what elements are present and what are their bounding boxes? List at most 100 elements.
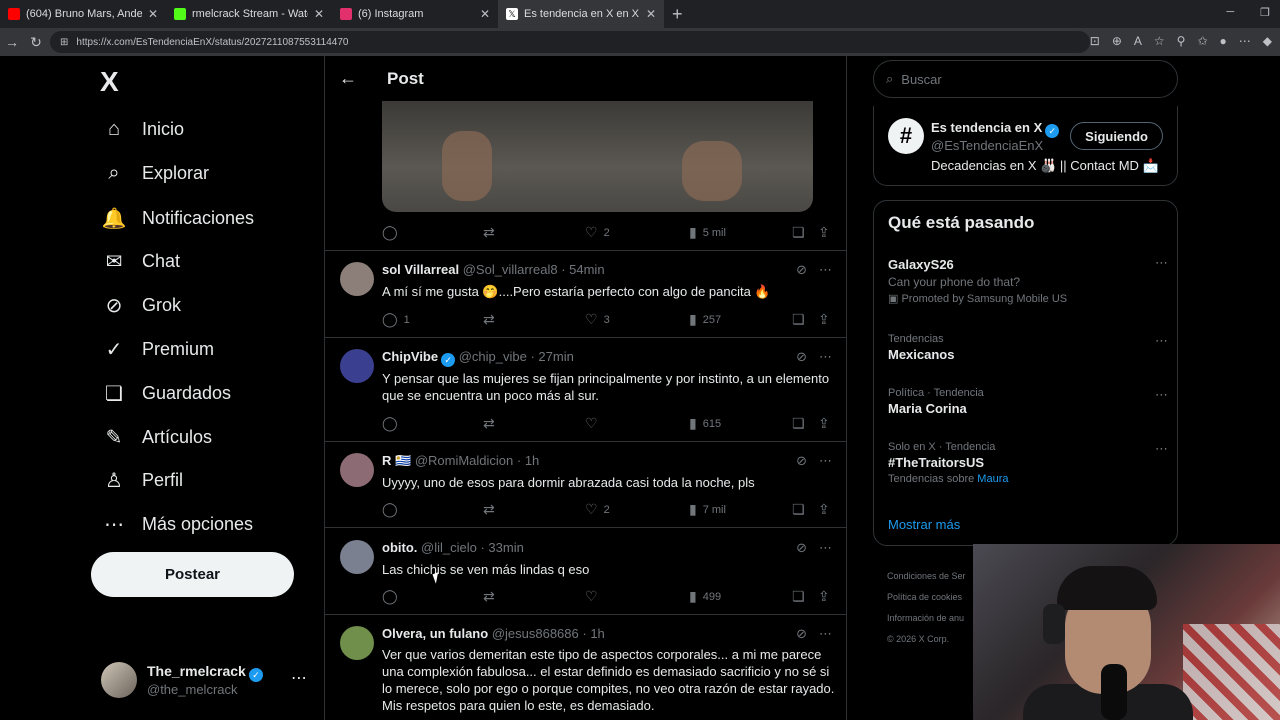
repost-button[interactable]: ⇄: [483, 501, 495, 518]
avatar[interactable]: #: [888, 118, 924, 154]
menu-icon[interactable]: ⋯: [1239, 34, 1251, 48]
post-button[interactable]: Postear: [91, 552, 294, 597]
share-button[interactable]: ⇪: [818, 501, 830, 518]
reload-icon[interactable]: ↻: [24, 34, 48, 51]
account-switcher[interactable]: The_rmelcrack ✓ @the_melcrack ⋯: [101, 660, 311, 700]
like-button[interactable]: ♡: [585, 588, 598, 605]
bookmark-button[interactable]: ❏: [792, 311, 805, 328]
back-arrow-icon[interactable]: ←: [325, 68, 371, 89]
close-icon[interactable]: ✕: [480, 7, 490, 21]
trend-item[interactable]: Solo en X · Tendencia #TheTraitorsUS Ten…: [888, 441, 1168, 485]
views-button[interactable]: ▮ 7 mil: [689, 501, 726, 518]
more-icon[interactable]: ⋯: [1155, 333, 1168, 349]
reply-button[interactable]: ◯: [382, 415, 398, 432]
author-name[interactable]: ChipVibe: [382, 349, 438, 364]
author-handle[interactable]: @chip_vibe: [459, 349, 527, 364]
author-handle[interactable]: @RomiMaldicion: [415, 453, 513, 468]
like-button[interactable]: ♡ 2: [585, 501, 610, 518]
views-button[interactable]: ▮ 499: [689, 588, 721, 605]
close-icon[interactable]: ✕: [148, 7, 158, 21]
repost-button[interactable]: ⇄: [483, 224, 501, 241]
timestamp[interactable]: 54min: [569, 262, 604, 277]
author-handle[interactable]: @Sol_villarreal8: [463, 262, 558, 277]
footer-link-terms[interactable]: Condiciones de Ser: [887, 566, 987, 587]
repost-button[interactable]: ⇄: [483, 311, 495, 328]
timestamp[interactable]: 33min: [488, 540, 523, 555]
new-tab-button[interactable]: +: [672, 4, 683, 25]
author-handle[interactable]: @lil_cielo: [421, 540, 477, 555]
trend-item[interactable]: Tendencias Mexicanos ⋯: [888, 333, 1168, 362]
following-button[interactable]: Siguiendo: [1070, 122, 1163, 150]
footer-link-cookies[interactable]: Política de cookies: [887, 587, 987, 608]
restore-icon[interactable]: ❐: [1260, 6, 1270, 19]
share-button[interactable]: ⇪: [818, 311, 830, 328]
grok-icon[interactable]: ⊘: [796, 349, 807, 365]
timestamp[interactable]: 27min: [538, 349, 573, 364]
repost-button[interactable]: ⇄: [483, 588, 495, 605]
author-name[interactable]: R 🇺🇾: [382, 453, 411, 468]
reply-button[interactable]: ◯ 1: [382, 311, 410, 328]
share-button[interactable]: ⇪: [818, 224, 830, 241]
views-button[interactable]: ▮ 257: [689, 311, 721, 328]
browser-tab-kick[interactable]: rmelcrack Stream - Watch Live on ✕: [166, 0, 332, 28]
forward-icon[interactable]: →: [0, 34, 24, 50]
author-name[interactable]: sol Villarreal: [382, 262, 459, 277]
favorite-star-icon[interactable]: ☆: [1154, 34, 1165, 48]
nav-articulos[interactable]: ✎ Artículos: [100, 425, 212, 450]
reply-button[interactable]: ◯: [382, 501, 398, 518]
show-more-link[interactable]: Mostrar más: [888, 517, 960, 532]
timestamp[interactable]: 1h: [590, 626, 604, 641]
nav-mas-opciones[interactable]: ⋯ Más opciones: [100, 512, 253, 537]
bookmark-button[interactable]: ❏: [792, 224, 805, 241]
browser-tab-x[interactable]: 𝕏 Es tendencia en X en X: ""Debate" ✕: [498, 0, 664, 28]
timestamp[interactable]: 1h: [525, 453, 539, 468]
nav-perfil[interactable]: ♙ Perfil: [100, 468, 183, 493]
repost-button[interactable]: ⇄: [483, 415, 495, 432]
nav-premium[interactable]: ✓ Premium: [100, 337, 214, 362]
avatar[interactable]: [340, 540, 374, 574]
nav-guardados[interactable]: ❏ Guardados: [100, 381, 231, 406]
more-icon[interactable]: ⋯: [819, 453, 832, 469]
site-info-icon[interactable]: ⊞: [60, 37, 68, 48]
footer-link-ads[interactable]: Información de anu: [887, 608, 987, 629]
nav-inicio[interactable]: ⌂ Inicio: [100, 118, 184, 141]
search-box[interactable]: ⌕: [873, 60, 1178, 98]
browser-tab-youtube[interactable]: (604) Bruno Mars, Anderson .Paak ✕: [0, 0, 166, 28]
like-button[interactable]: ♡ 2: [585, 224, 610, 241]
nav-notificaciones[interactable]: 🔔 Notificaciones: [100, 206, 255, 231]
post-media[interactable]: [382, 101, 813, 212]
app-icon[interactable]: ⊡: [1090, 34, 1100, 48]
reply-button[interactable]: ◯: [382, 224, 404, 241]
more-icon[interactable]: ⋯: [291, 668, 307, 688]
avatar[interactable]: [340, 349, 374, 383]
bookmark-button[interactable]: ❏: [792, 415, 805, 432]
avatar[interactable]: [340, 262, 374, 296]
like-button[interactable]: ♡ 3: [585, 311, 610, 328]
more-icon[interactable]: ⋯: [1155, 255, 1168, 271]
author-handle[interactable]: @jesus868686: [492, 626, 579, 641]
author-name-row[interactable]: Es tendencia en X ✓: [931, 120, 1060, 138]
nav-chat[interactable]: ✉ Chat: [100, 249, 180, 274]
trend-item[interactable]: Política · Tendencia Maria Corina ⋯: [888, 387, 1168, 416]
nav-explorar[interactable]: ⌕ Explorar: [100, 162, 209, 185]
url-field[interactable]: ⊞ https://x.com/EsTendenciaEnX/status/20…: [50, 31, 1090, 53]
bookmark-button[interactable]: ❏: [792, 501, 805, 518]
grok-icon[interactable]: ⊘: [796, 262, 807, 278]
views-button[interactable]: ▮ 5 mil: [689, 224, 726, 241]
minimize-icon[interactable]: ─: [1226, 6, 1234, 19]
more-icon[interactable]: ⋯: [1155, 387, 1168, 403]
more-icon[interactable]: ⋯: [819, 540, 832, 556]
grok-icon[interactable]: ⊘: [796, 626, 807, 642]
x-logo[interactable]: X: [100, 66, 119, 98]
views-button[interactable]: ▮ 615: [689, 415, 721, 432]
profile-avatar-icon[interactable]: ●: [1220, 34, 1227, 48]
more-icon[interactable]: ⋯: [1155, 441, 1168, 457]
search-input[interactable]: [901, 71, 1142, 87]
grok-icon[interactable]: ⊘: [796, 453, 807, 469]
copilot-icon[interactable]: ◆: [1263, 34, 1272, 48]
reply-button[interactable]: ◯: [382, 588, 398, 605]
author-name[interactable]: obito.: [382, 540, 417, 555]
extensions-icon[interactable]: ⚲: [1177, 34, 1186, 48]
close-icon[interactable]: ✕: [646, 7, 656, 21]
avatar[interactable]: [340, 626, 374, 660]
